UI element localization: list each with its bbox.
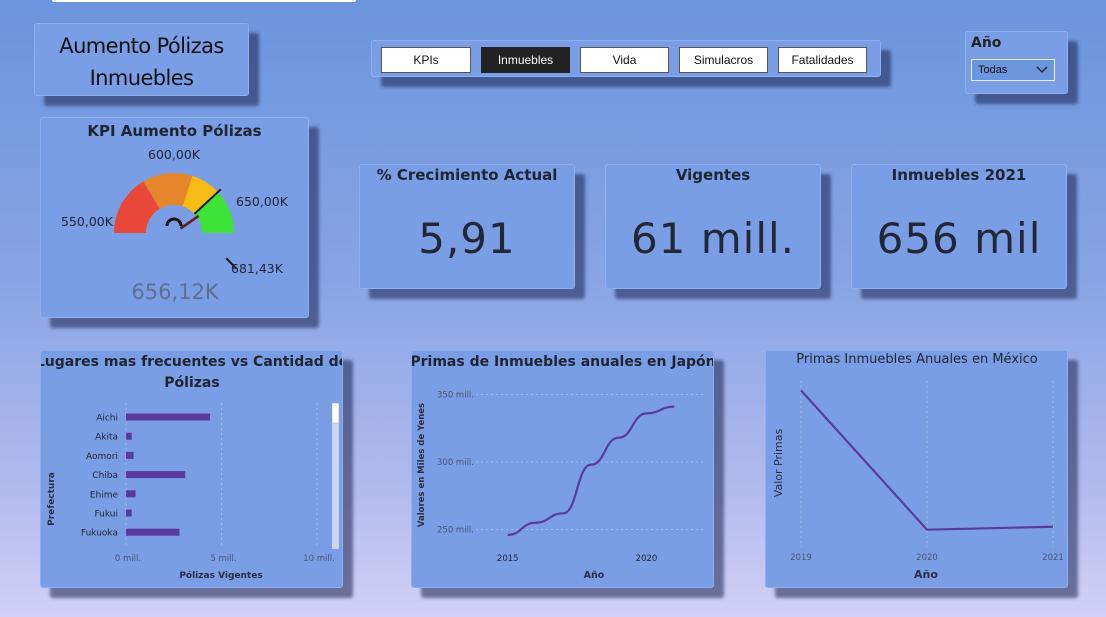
japan-line-chart-card: Primas de Inmuebles anuales en Japón Val… (410, 350, 716, 588)
page-title: Aumento Pólizas Inmuebles (59, 34, 224, 90)
gauge-title: KPI Aumento Pólizas (87, 122, 262, 140)
bar-category-label: Akita (95, 433, 118, 443)
scrollbar-track[interactable] (332, 403, 339, 549)
year-select[interactable]: Todas (971, 59, 1055, 81)
bar-chart-grid: 0 mill. 5 mill. 10 mill. (115, 403, 335, 564)
bar-chart-title-line2: Pólizas (164, 375, 219, 391)
kpi-card-vigentes: Vigentes 61 mill. (605, 164, 821, 289)
bar-category-label: Ehime (90, 490, 119, 500)
mexico-chart-xlabel: Año (914, 568, 938, 581)
year-select-value: Todas (978, 64, 1008, 76)
title-card: Aumento Pólizas Inmuebles (34, 23, 249, 96)
bar-x-tick-label: 10 mill. (303, 554, 335, 564)
nav-button-kpis[interactable]: KPIs (381, 47, 471, 73)
mexico-chart-ylabel: Valor Primas (772, 429, 785, 498)
mx-x-tick-label: 2020 (916, 553, 938, 563)
bar-ehime[interactable] (126, 490, 136, 498)
bar-akita[interactable] (126, 432, 132, 440)
bar-x-tick-label: 0 mill. (115, 554, 141, 564)
scrollbar-thumb[interactable] (331, 402, 340, 424)
bar-chiba[interactable] (126, 471, 186, 479)
japan-chart-ylabel: Valores en Miles de Yenes (417, 403, 427, 527)
kpi-value: 61 mill. (630, 214, 796, 263)
bar-category-label: Aomori (86, 452, 118, 462)
japan-series-line (507, 405, 675, 536)
chevron-down-icon (1036, 66, 1048, 73)
bar-chart-card: Lugares mas frecuentes vs Cantidad de Pó… (36, 350, 348, 588)
kpi-title: Vigentes (675, 166, 751, 184)
gauge-chart: 600,00K 550,00K 650,00K 681,43K 656,12K (61, 147, 289, 304)
gauge-needle (179, 214, 200, 230)
bar-chart-bars: Aichi Akita Aomori Chiba Ehime Fukui Fukuoka (81, 413, 211, 539)
bar-category-label: Fukuoka (81, 529, 118, 539)
bar-aomori[interactable] (126, 451, 134, 459)
bar-category-label: Aichi (96, 414, 118, 424)
gauge-label-target: 650,00K (236, 194, 289, 209)
kpi-value: 656 mil (876, 214, 1042, 263)
japan-line-chart: Primas de Inmuebles anuales en Japón Val… (410, 354, 715, 581)
kpi-value: 5,91 (418, 214, 516, 263)
bar-fukui[interactable] (126, 509, 132, 517)
kpi-card-crecimiento: % Crecimiento Actual 5,91 (359, 164, 575, 289)
gauge-value-label: 656,12K (131, 280, 219, 304)
gauge-label-max: 681,43K (231, 261, 284, 276)
bar-aichi[interactable] (126, 413, 211, 421)
kpi-title: Inmuebles 2021 (891, 166, 1027, 184)
nav-bar: KPIs Inmuebles Vida Simulacros Fatalidad… (371, 40, 881, 77)
mx-x-tick-label: 2021 (1042, 553, 1064, 563)
japan-chart-axes: 250 mill. 300 mill. 350 mill. 2015 2020 (437, 391, 704, 564)
jp-x-tick-label: 2020 (636, 554, 658, 564)
bar-chart: Lugares mas frecuentes vs Cantidad de Pó… (36, 354, 348, 581)
bar-chart-ylabel: Prefectura (47, 472, 57, 526)
jp-x-tick-label: 2015 (497, 554, 519, 564)
mexico-chart-title: Primas Inmuebles Anuales en México (796, 352, 1038, 367)
mx-x-tick-label: 2019 (790, 553, 812, 563)
gauge-label-min: 550,00K (61, 214, 114, 229)
year-filter-label: Año (971, 35, 1002, 51)
japan-chart-title: Primas de Inmuebles anuales en Japón (412, 354, 713, 370)
mexico-line-chart: Primas Inmuebles Anuales en México Valor… (772, 352, 1064, 581)
bar-fukuoka[interactable] (126, 528, 180, 536)
gauge-label-mid: 600,00K (148, 147, 201, 162)
top-strip (52, 0, 356, 2)
nav-button-fatalidades[interactable]: Fatalidades (778, 47, 867, 73)
japan-chart-xlabel: Año (584, 570, 605, 581)
bar-category-label: Chiba (92, 471, 118, 481)
kpi-card-inmuebles-2021: Inmuebles 2021 656 mil (851, 164, 1067, 289)
jp-y-tick-label: 250 mill. (437, 526, 474, 536)
nav-button-inmuebles[interactable]: Inmuebles (481, 47, 570, 73)
bar-x-tick-label: 5 mill. (210, 554, 236, 564)
gauge-hub-icon (165, 217, 183, 227)
bar-chart-xlabel: Pólizas Vigentes (179, 570, 262, 581)
bar-chart-title-line1: Lugares mas frecuentes vs Cantidad de (41, 354, 342, 370)
year-filter-card: Año Todas (965, 31, 1068, 94)
mexico-chart-axes: 2019 2020 2021 (790, 381, 1064, 563)
jp-y-tick-label: 300 mill. (437, 458, 474, 468)
jp-y-tick-label: 350 mill. (437, 391, 474, 401)
gauge-card: KPI Aumento Pólizas 600,00K 550,00K 650,… (40, 117, 309, 318)
bar-category-label: Fukui (94, 510, 118, 520)
nav-button-vida[interactable]: Vida (580, 47, 669, 73)
kpi-title: % Crecimiento Actual (376, 166, 558, 184)
mexico-line-chart-card: Primas Inmuebles Anuales en México Valor… (765, 350, 1068, 588)
nav-button-simulacros[interactable]: Simulacros (679, 47, 768, 73)
